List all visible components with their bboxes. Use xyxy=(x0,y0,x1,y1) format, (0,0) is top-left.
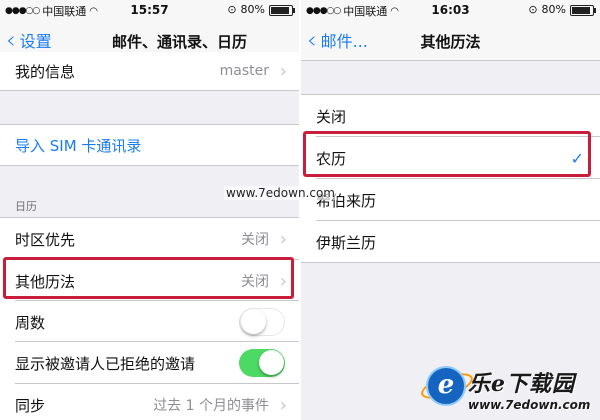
navigation-bar: ‹ 邮件... 其他历法 xyxy=(301,20,600,61)
logo-e-icon: e xyxy=(426,366,466,406)
calendar-option-row[interactable]: 希伯来历 xyxy=(301,179,600,221)
calendar-option-row[interactable]: 关闭 xyxy=(301,95,600,137)
calendar-option-row[interactable]: 伊斯兰历 xyxy=(301,221,600,263)
calendar-section-header: 日历 xyxy=(15,200,37,213)
other-calendars-label: 其他历法 xyxy=(15,272,76,291)
show-declined-row: 显示被邀请人已拒绝的邀请 xyxy=(0,342,299,384)
checkmark-icon: ✓ xyxy=(570,148,584,168)
status-bar: ●●●○○ 中国联通 ◠ 15:57 ⊙ 80% xyxy=(0,0,299,20)
site-logo: e 乐e下载园 www.7edown.com xyxy=(418,362,596,418)
sync-value: 过去 1 个月的事件 xyxy=(153,398,269,414)
show-declined-toggle[interactable] xyxy=(239,349,285,377)
chevron-right-icon: › xyxy=(279,270,287,292)
my-info-row[interactable]: 我的信息 master › xyxy=(0,52,299,90)
timezone-value: 关闭 xyxy=(241,232,269,248)
week-numbers-row: 周数 xyxy=(0,301,299,343)
chevron-right-icon: › xyxy=(279,394,287,416)
week-numbers-toggle[interactable] xyxy=(239,308,285,336)
my-info-label: 我的信息 xyxy=(15,62,76,81)
timezone-label: 时区优先 xyxy=(15,230,76,249)
calendar-option-row[interactable]: 农历 ✓ xyxy=(301,137,600,179)
option-label: 关闭 xyxy=(316,107,347,126)
option-label: 农历 xyxy=(316,149,347,168)
chevron-right-icon: › xyxy=(279,60,287,82)
my-info-value: master xyxy=(219,63,269,79)
option-label: 伊斯兰历 xyxy=(316,233,377,252)
week-numbers-label: 周数 xyxy=(15,313,46,332)
import-sim-link[interactable]: 导入 SIM 卡通讯录 xyxy=(15,135,141,156)
battery-icon xyxy=(570,5,596,16)
battery-icon xyxy=(269,5,295,16)
status-bar: ●●●○○ 中国联通 ◠ 16:03 ⊙ 80% xyxy=(301,0,600,20)
page-title: 邮件、通讯录、日历 xyxy=(111,33,247,51)
left-settings-screen: ●●●○○ 中国联通 ◠ 15:57 ⊙ 80% ‹ 设置 邮件、通讯录、日历 … xyxy=(0,0,299,420)
chevron-right-icon: › xyxy=(279,228,287,250)
timezone-override-row[interactable]: 时区优先 关闭 › xyxy=(0,218,299,260)
battery-percent: 80% xyxy=(541,3,566,16)
divider xyxy=(301,262,600,263)
page-title: 其他历法 xyxy=(420,33,481,51)
sync-row[interactable]: 同步 过去 1 个月的事件 › xyxy=(0,384,299,420)
battery-percent: 80% xyxy=(240,3,265,16)
right-calendar-screen: ●●●○○ 中国联通 ◠ 16:03 ⊙ 80% ‹ 邮件... 其他历法 关闭… xyxy=(301,0,600,420)
watermark-text: www.7edown.com xyxy=(224,186,337,200)
other-calendars-value: 关闭 xyxy=(241,274,269,290)
show-declined-label: 显示被邀请人已拒绝的邀请 xyxy=(15,354,196,373)
logo-url: www.7edown.com xyxy=(468,398,591,412)
orientation-lock-icon: ⊙ xyxy=(227,3,237,16)
sync-label: 同步 xyxy=(15,396,46,415)
divider xyxy=(0,165,299,166)
orientation-lock-icon: ⊙ xyxy=(528,3,538,16)
divider xyxy=(0,90,299,91)
logo-name: 乐e下载园 xyxy=(468,371,575,397)
import-sim-row[interactable]: 导入 SIM 卡通讯录 xyxy=(0,125,299,165)
other-calendars-row[interactable]: 其他历法 关闭 › xyxy=(0,260,299,302)
